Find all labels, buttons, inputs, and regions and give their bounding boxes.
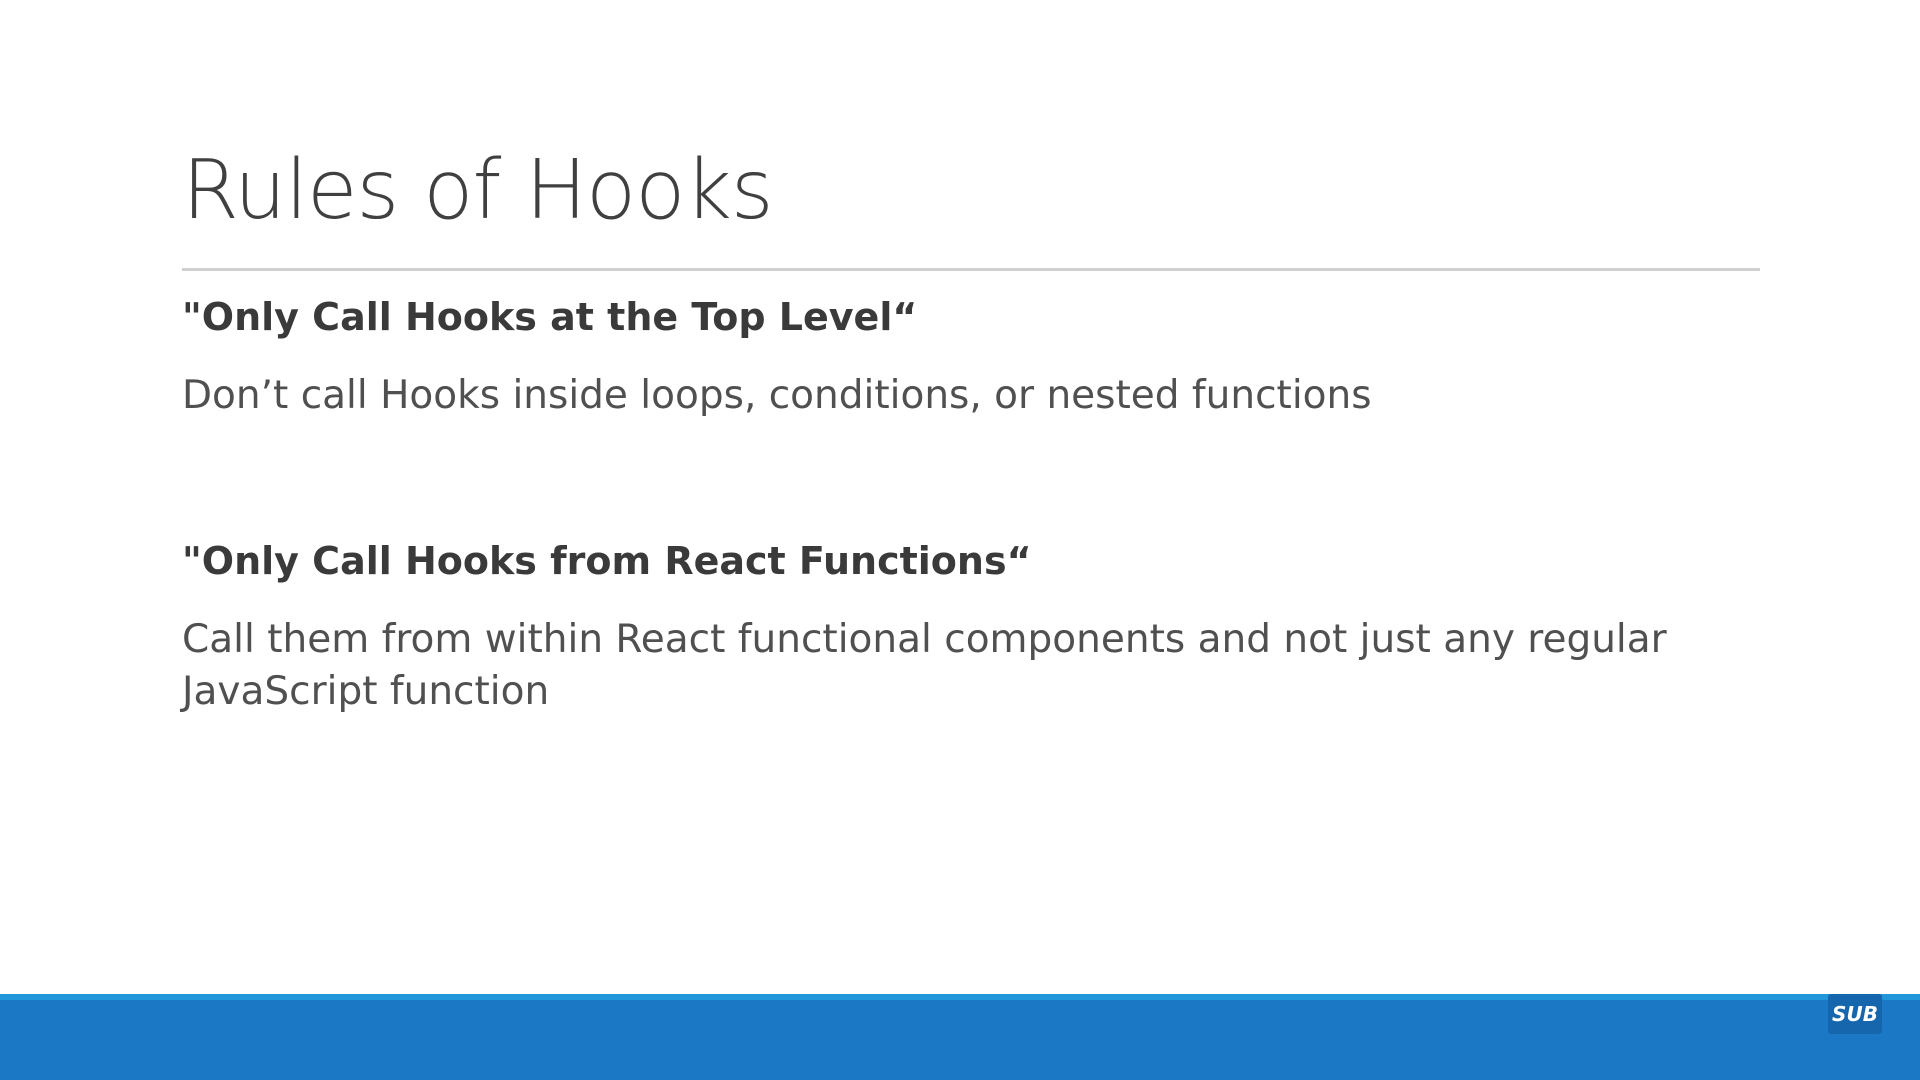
section-heading: "Only Call Hooks at the Top Level“ bbox=[182, 295, 918, 339]
slide: Rules of Hooks "Only Call Hooks at the T… bbox=[0, 0, 1920, 1080]
rule-section-top-level: "Only Call Hooks at the Top Level“ Don’t… bbox=[182, 294, 1742, 422]
footer-bar bbox=[0, 994, 1920, 1080]
section-heading: "Only Call Hooks from React Functions“ bbox=[182, 539, 1032, 583]
section-body: Don’t call Hooks inside loops, condition… bbox=[182, 373, 1372, 418]
slide-title: Rules of Hooks bbox=[182, 143, 774, 238]
slide-content: "Only Call Hooks at the Top Level“ Don’t… bbox=[182, 294, 1742, 718]
section-body: Call them from within React functional c… bbox=[182, 617, 1667, 714]
subscribe-badge[interactable]: SUB bbox=[1828, 994, 1882, 1034]
title-divider bbox=[182, 268, 1760, 271]
rule-section-react-functions: "Only Call Hooks from React Functions“ C… bbox=[182, 538, 1742, 718]
